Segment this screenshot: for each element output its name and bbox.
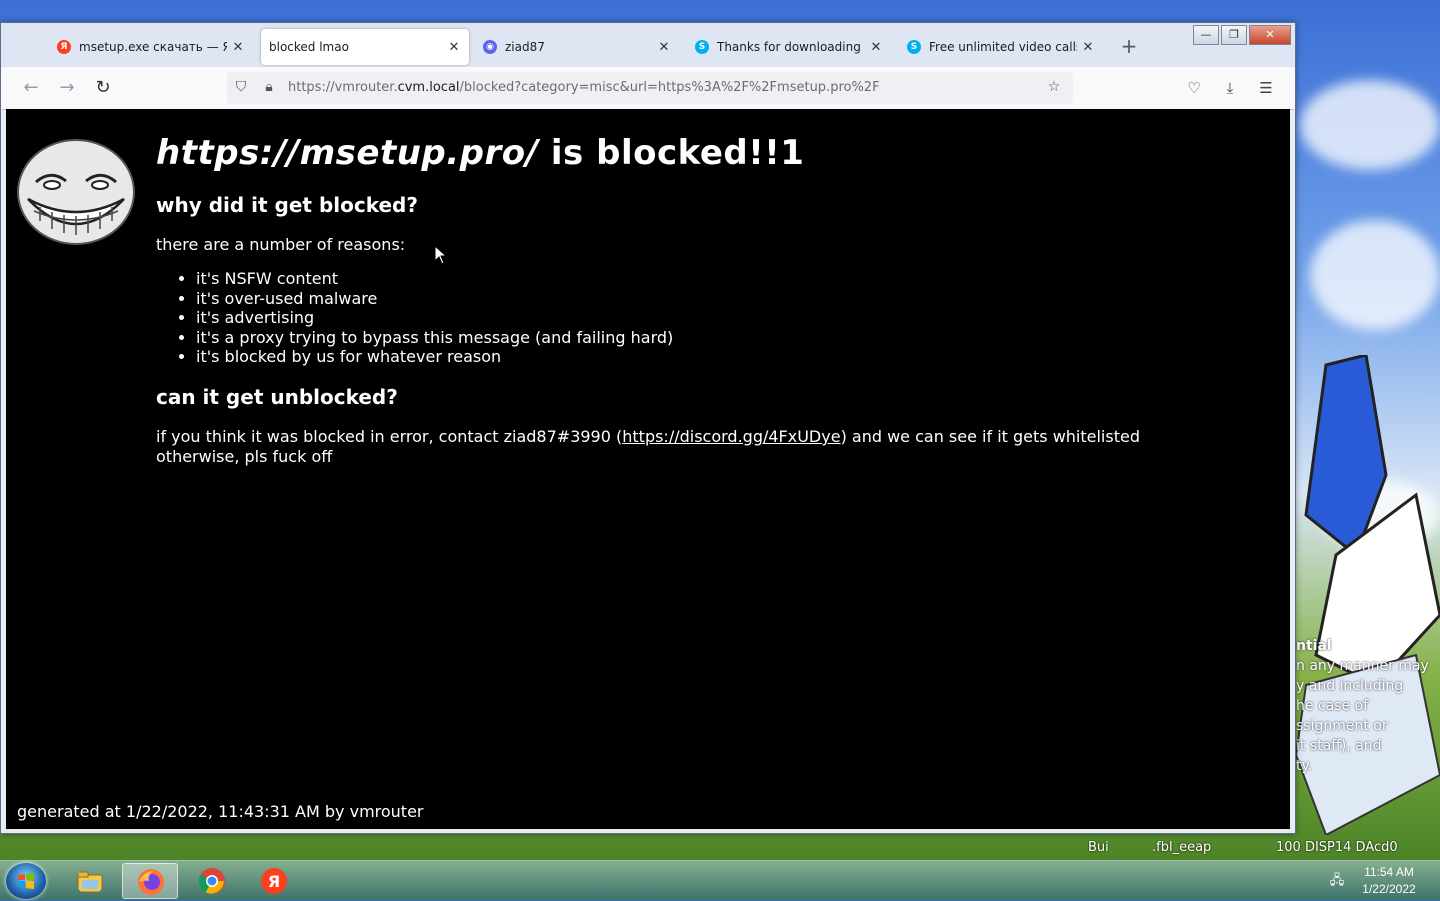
desktop-watermark-text: 100 DISP14 DAcd0 (1276, 840, 1398, 855)
tab-label: Free unlimited video calls & chats (929, 40, 1077, 54)
contact-after: ) and we can see if it gets whitelisted (840, 427, 1140, 446)
close-icon[interactable]: ✕ (231, 40, 245, 55)
url-prefix: https://vmrouter. (288, 80, 398, 95)
tab-label: ziad87 (505, 40, 545, 54)
chrome-icon (198, 868, 225, 894)
list-item: it's a proxy trying to bypass this messa… (196, 328, 673, 348)
page-title: https://msetup.pro/ is blocked!!1 (156, 133, 804, 173)
yandex-icon: Я (57, 40, 71, 54)
tab-label: Thanks for downloading Skype (717, 40, 865, 54)
mouse-cursor-icon (434, 245, 448, 265)
tab-skype-thanks[interactable]: S Thanks for downloading Skype ✕ (687, 29, 891, 65)
start-button[interactable] (6, 863, 46, 899)
reload-button[interactable]: ↻ (90, 75, 116, 101)
close-icon[interactable]: ✕ (1081, 40, 1095, 55)
close-icon[interactable]: ✕ (447, 40, 461, 55)
pocket-icon[interactable]: ♡ (1183, 77, 1205, 99)
bookmark-star-icon[interactable]: ☆ (1045, 78, 1063, 96)
forward-button[interactable]: → (54, 75, 80, 101)
navigation-toolbar: ← → ↻ ⛉ 🔒︎ https://vmrouter.cvm.local/bl… (1, 67, 1295, 110)
desktop-notice-line: n any manner may (1296, 658, 1429, 674)
blocked-page: https://msetup.pro/ is blocked!!1 why di… (6, 109, 1290, 829)
title-suffix: is blocked!!1 (538, 133, 805, 173)
taskbar-yandex[interactable]: Я (246, 863, 302, 899)
taskbar-explorer[interactable] (62, 863, 118, 899)
minimize-button[interactable]: — (1193, 25, 1219, 45)
skype-icon: S (695, 40, 709, 54)
tab-yandex[interactable]: Я msetup.exe скачать — Яндекс ✕ (49, 29, 253, 65)
page-footer: generated at 1/22/2022, 11:43:31 AM by v… (17, 802, 424, 821)
taskbar: Я 🖧︎ 11:54 AM 1/22/2022 (0, 860, 1440, 901)
tab-label: msetup.exe скачать — Яндекс (79, 40, 227, 54)
contact-line-2: otherwise, pls fuck off (156, 446, 333, 466)
desktop-notice-line: he case of (1296, 698, 1369, 714)
list-item: it's NSFW content (196, 269, 673, 289)
clock-date: 1/22/2022 (1362, 882, 1416, 896)
network-icon[interactable]: 🖧︎ (1328, 871, 1346, 889)
close-icon[interactable]: ✕ (869, 40, 883, 55)
desktop-notice-line: ntial (1296, 638, 1332, 654)
desktop-notice-line: it staff), and (1296, 738, 1382, 754)
skype-icon: S (907, 40, 921, 54)
menu-icon[interactable]: ☰ (1255, 77, 1277, 99)
why-heading: why did it get blocked? (156, 193, 418, 217)
desktop-notice-text: ntial n any manner may y and including h… (1296, 636, 1440, 776)
desktop-notice-line: ssignment or (1296, 718, 1388, 734)
tab-blocked[interactable]: blocked lmao ✕ (261, 29, 469, 65)
close-icon[interactable]: ✕ (657, 40, 671, 55)
blocked-url: https://msetup.pro/ (156, 133, 539, 173)
tab-skype-free[interactable]: S Free unlimited video calls & chats ✕ (899, 29, 1103, 65)
system-clock[interactable]: 11:54 AM 1/22/2022 (1352, 864, 1426, 898)
url-path: /blocked?category=misc&url=https%3A%2F%2… (459, 80, 880, 95)
back-button[interactable]: ← (18, 75, 44, 101)
desktop-cloud (1310, 220, 1440, 330)
url-text[interactable]: https://vmrouter.cvm.local/blocked?categ… (288, 80, 880, 95)
windows-logo-icon (18, 873, 34, 889)
list-item: it's advertising (196, 308, 673, 328)
clock-time: 11:54 AM (1364, 865, 1414, 879)
browser-window: Я msetup.exe скачать — Яндекс ✕ blocked … (0, 22, 1296, 834)
svg-text:Я: Я (268, 872, 280, 891)
lock-icon[interactable]: 🔒︎ (260, 78, 278, 96)
desktop-watermark-text: Bui (1088, 840, 1109, 855)
download-icon[interactable]: ⤓ (1219, 77, 1241, 99)
discord-icon: ◉ (483, 40, 497, 54)
reasons-intro: there are a number of reasons: (156, 235, 406, 254)
yandex-browser-icon: Я (261, 868, 287, 894)
trollface-image (17, 139, 135, 245)
desktop-watermark-text: .fbl_eeap (1152, 840, 1212, 855)
firefox-icon (138, 869, 164, 895)
window-close-button[interactable]: ✕ (1249, 25, 1291, 45)
maximize-button[interactable]: ❐ (1221, 25, 1247, 45)
tab-bar: Я msetup.exe скачать — Яндекс ✕ blocked … (1, 23, 1295, 67)
desktop-notice-line: y and including (1296, 678, 1404, 694)
new-tab-button[interactable]: + (1117, 35, 1141, 59)
taskbar-firefox[interactable] (122, 863, 178, 899)
list-item: it's blocked by us for whatever reason (196, 347, 673, 367)
folder-icon (77, 871, 103, 893)
tab-label: blocked lmao (269, 40, 349, 54)
unblock-heading: can it get unblocked? (156, 385, 398, 409)
contact-before: if you think it was blocked in error, co… (156, 427, 623, 446)
desktop-cloud (1300, 80, 1440, 170)
reasons-list: it's NSFW content it's over-used malware… (156, 269, 673, 367)
list-item: it's over-used malware (196, 289, 673, 309)
shield-icon[interactable]: ⛉ (232, 78, 250, 96)
contact-text: if you think it was blocked in error, co… (156, 427, 1140, 466)
discord-link[interactable]: https://discord.gg/4FxUDye (622, 427, 840, 446)
tab-discord[interactable]: ◉ ziad87 ✕ (475, 29, 679, 65)
desktop-notice-line: ty. (1296, 758, 1313, 774)
url-host: cvm.local (397, 80, 460, 95)
url-bar[interactable]: ⛉ 🔒︎ https://vmrouter.cvm.local/blocked?… (227, 72, 1073, 104)
taskbar-chrome[interactable] (184, 863, 240, 899)
